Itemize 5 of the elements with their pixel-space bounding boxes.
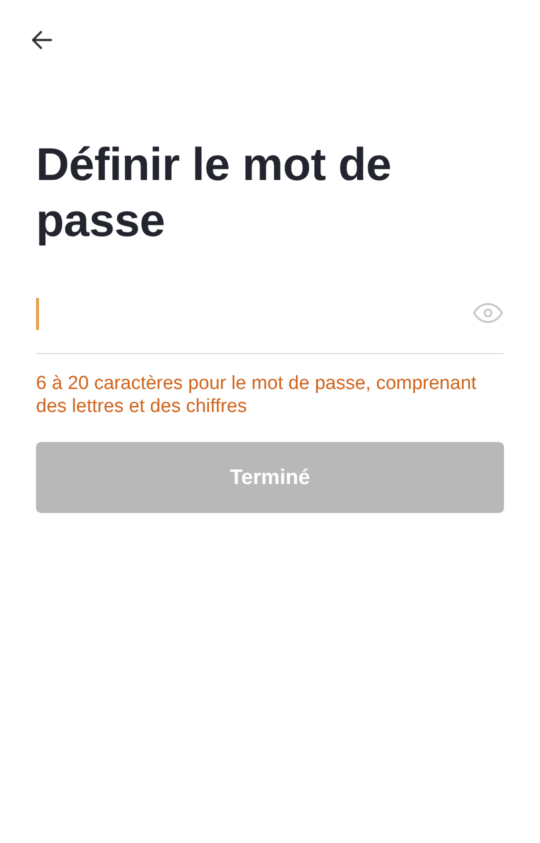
- page-title: Définir le mot de passe: [36, 137, 392, 248]
- back-arrow-icon: [30, 28, 54, 52]
- show-password-button[interactable]: [472, 302, 504, 326]
- eye-icon: [472, 302, 504, 324]
- password-hint: 6 à 20 caractères pour le mot de passe, comprenant des lettres et des chiffres: [36, 372, 478, 418]
